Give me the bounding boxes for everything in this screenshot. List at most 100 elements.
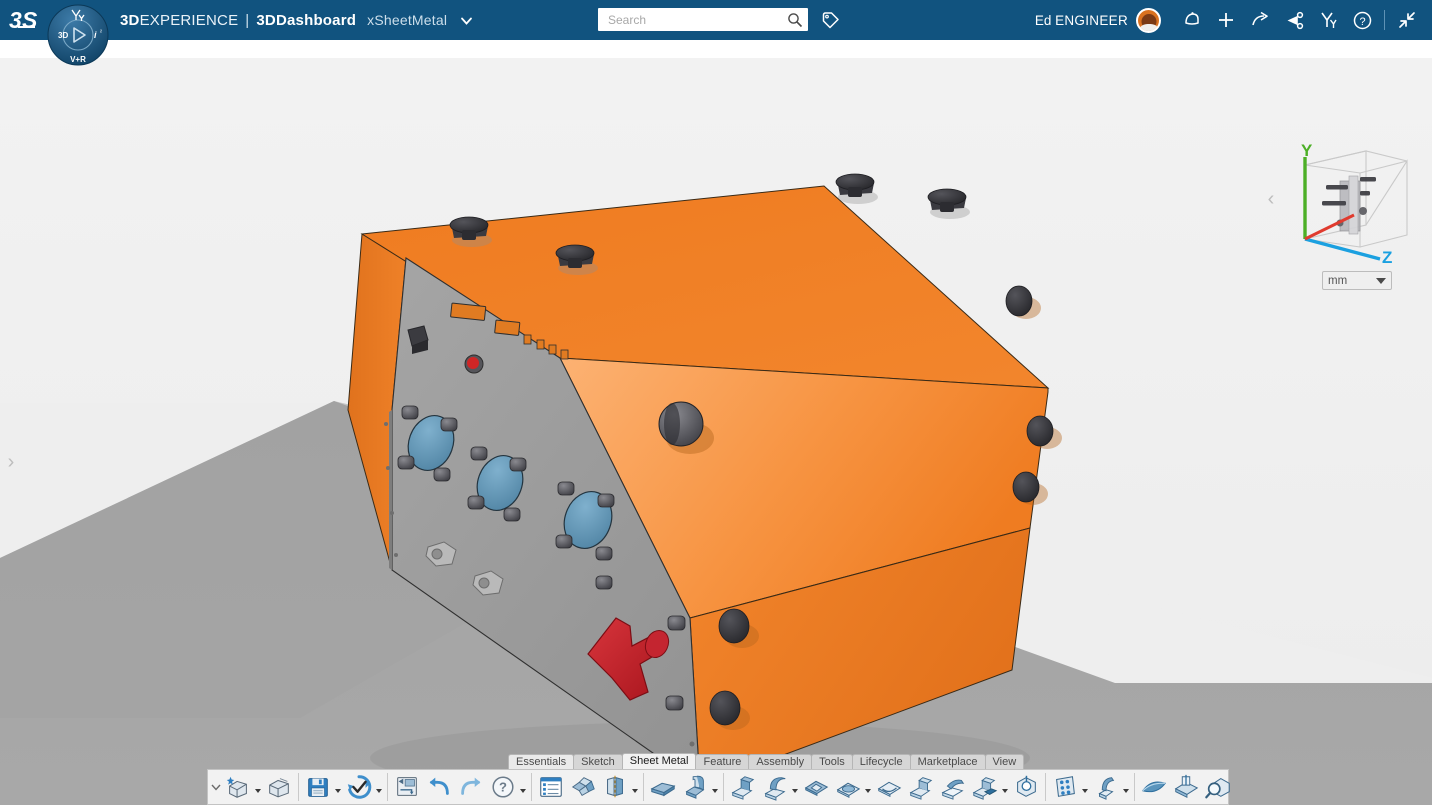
question-circle-icon: ? [1352, 10, 1373, 31]
swym-button[interactable] [1311, 0, 1345, 40]
add-button[interactable] [1209, 0, 1243, 40]
share-nodes-icon [1284, 10, 1305, 31]
open-object-icon [264, 772, 294, 802]
edge-flange-button[interactable] [727, 770, 759, 804]
analysis-button[interactable] [1202, 770, 1234, 804]
dropdown-arrow-icon[interactable] [1080, 772, 1089, 802]
save-button[interactable] [302, 770, 343, 804]
social-share-button[interactable] [1277, 0, 1311, 40]
tab-lifecycle[interactable]: Lifecycle [852, 754, 911, 769]
tab-tools[interactable]: Tools [811, 754, 853, 769]
toolbar-separator [723, 773, 724, 801]
dropdown-arrow-icon[interactable] [790, 772, 799, 802]
share-forward-button[interactable] [1243, 0, 1277, 40]
new-object-button[interactable] [222, 770, 263, 804]
open-object-button[interactable] [263, 770, 295, 804]
unit-selector[interactable]: mm [1322, 271, 1392, 290]
command-tab-bar[interactable]: EssentialsSketchSheet MetalFeatureAssemb… [508, 753, 1023, 769]
extruded-wall-icon [680, 772, 710, 802]
notifications-button[interactable] [1175, 0, 1209, 40]
swept-wall-button[interactable] [759, 770, 800, 804]
pattern-holes-button[interactable] [1049, 770, 1090, 804]
dropdown-arrow-icon[interactable] [518, 772, 527, 802]
dropdown-arrow-icon[interactable] [710, 772, 719, 802]
dropdown-arrow-icon[interactable] [1121, 772, 1130, 802]
update-check-icon [344, 772, 374, 802]
collapse-button[interactable] [1390, 0, 1424, 40]
cutout-button[interactable] [1010, 770, 1042, 804]
3dexperience-compass-icon[interactable]: 3D i ² V+R [47, 0, 109, 70]
tab-feature[interactable]: Feature [695, 754, 749, 769]
chevron-left-icon[interactable]: ‹ [1262, 187, 1280, 211]
swept-wall-icon [760, 772, 790, 802]
top-knob-2 [556, 245, 598, 275]
tab-assembly[interactable]: Assembly [748, 754, 812, 769]
update-button[interactable] [343, 770, 384, 804]
chevron-right-icon[interactable]: › [2, 450, 20, 474]
stamping-die-icon [1171, 772, 1201, 802]
dropdown-arrow-icon[interactable] [1000, 772, 1009, 802]
properties-button[interactable] [535, 770, 567, 804]
tab-sketch[interactable]: Sketch [573, 754, 623, 769]
svg-text:S: S [22, 7, 38, 33]
redo-button[interactable] [455, 770, 487, 804]
undo-button[interactable] [423, 770, 455, 804]
base-wall-button[interactable] [647, 770, 679, 804]
chevron-down-icon[interactable] [459, 13, 474, 28]
bead-button[interactable] [800, 770, 832, 804]
help-button[interactable]: ? [487, 770, 528, 804]
svg-text:?: ? [1359, 16, 1365, 28]
mirror-button[interactable] [599, 770, 640, 804]
action-bar-toolbar[interactable]: ? [207, 769, 1229, 805]
svg-text:²: ² [100, 30, 102, 36]
axis-z-label: Z [1382, 248, 1392, 265]
chevron-down-icon [1376, 278, 1386, 284]
search-input[interactable] [599, 13, 783, 27]
dropdown-arrow-icon[interactable] [333, 772, 342, 802]
unfold-button[interactable] [567, 770, 599, 804]
axis-orientation-widget[interactable]: Y Z [1288, 143, 1414, 265]
avatar[interactable] [1136, 8, 1161, 33]
dropdown-arrow-icon[interactable] [863, 772, 872, 802]
extruded-wall-button[interactable] [679, 770, 720, 804]
app-name: xSheetMetal [367, 12, 447, 28]
tab-sheet-metal[interactable]: Sheet Metal [622, 753, 697, 769]
stamping-button[interactable] [832, 770, 873, 804]
svg-text:?: ? [499, 780, 507, 795]
surface-button[interactable] [1138, 770, 1170, 804]
top-knob-4 [928, 189, 970, 219]
help-button[interactable]: ? [1345, 0, 1379, 40]
tab-essentials[interactable]: Essentials [508, 754, 574, 769]
search-box[interactable] [598, 8, 808, 31]
edge-flange-icon [728, 772, 758, 802]
3d-model-canvas[interactable] [0, 58, 1432, 805]
dropdown-arrow-icon[interactable] [253, 772, 262, 802]
bend-button[interactable] [1090, 770, 1131, 804]
flange-group-icon [970, 772, 1000, 802]
tag-icon[interactable] [818, 8, 842, 32]
3ds-logo-icon[interactable]: 3 S [6, 4, 50, 36]
toolbar-separator [1134, 773, 1135, 801]
bend-icon [1091, 772, 1121, 802]
redo-arrow-icon [456, 772, 486, 802]
mirror-plane-icon [600, 772, 630, 802]
chevron-down-icon[interactable] [210, 770, 222, 804]
user-name[interactable]: Ed ENGINEER [1035, 13, 1128, 28]
dropdown-arrow-icon[interactable] [374, 772, 383, 802]
corner-relief-button[interactable] [905, 770, 937, 804]
tab-marketplace[interactable]: Marketplace [910, 754, 986, 769]
brand-title[interactable]: 3DEXPERIENCE | 3DDashboard xSheetMetal [120, 0, 474, 40]
curve-stamp-button[interactable] [873, 770, 905, 804]
flange-group-button[interactable] [969, 770, 1010, 804]
3d-viewport[interactable]: › ‹ [0, 58, 1432, 805]
analysis-magnifier-icon [1203, 772, 1233, 802]
import-export-button[interactable] [391, 770, 423, 804]
collapse-arrows-icon [1397, 10, 1417, 30]
search-icon[interactable] [783, 12, 807, 28]
stamping-die-button[interactable] [1170, 770, 1202, 804]
dropdown-arrow-icon[interactable] [630, 772, 639, 802]
base-wall-icon [648, 772, 678, 802]
tab-view[interactable]: View [985, 754, 1025, 769]
hem-button[interactable] [937, 770, 969, 804]
brand-3dexperience: 3DEXPERIENCE [120, 12, 238, 29]
